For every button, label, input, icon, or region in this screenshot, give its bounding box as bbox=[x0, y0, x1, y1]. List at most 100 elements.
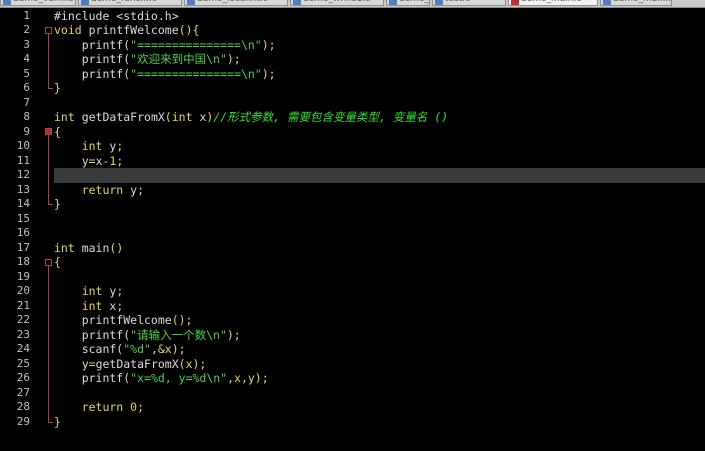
code-line[interactable]: printfWelcome(); bbox=[54, 313, 193, 328]
line-number: 22 bbox=[16, 313, 30, 326]
code-token: } bbox=[54, 414, 61, 429]
code-token: 0; bbox=[130, 400, 145, 414]
code-line[interactable]: int y; bbox=[54, 284, 124, 299]
file-tab-bar: demo_var....c demo_fanc....c demo_localint… bbox=[0, 0, 705, 8]
code-editor[interactable]: #include <stdio.h> void printfWelcome(){ … bbox=[54, 8, 705, 451]
code-token: = bbox=[88, 356, 96, 371]
code-token: printf( bbox=[54, 37, 131, 52]
code-line[interactable]: { bbox=[54, 125, 61, 140]
code-token: (x); bbox=[178, 356, 207, 371]
file-tab-label: demo_main.c bbox=[521, 0, 581, 4]
code-token: printf( bbox=[54, 327, 131, 342]
file-tab[interactable]: demo_while1.c bbox=[290, 0, 384, 6]
fold-toggle-icon[interactable] bbox=[45, 128, 52, 136]
code-line[interactable]: printf("x=%d, y=%d\n",x,y); bbox=[54, 371, 269, 386]
code-token: ); bbox=[226, 327, 241, 342]
code-token: "欢迎来到中国\n" bbox=[130, 52, 227, 66]
file-tab-label: test.c bbox=[445, 0, 470, 4]
code-line[interactable]: void printfWelcome(){ bbox=[54, 23, 199, 38]
code-token: x bbox=[95, 153, 103, 168]
code-line[interactable]: return y; bbox=[54, 183, 144, 198]
line-number: 12 bbox=[16, 168, 30, 181]
code-token: ); bbox=[226, 52, 241, 66]
code-token: y bbox=[54, 153, 89, 168]
fold-toggle-icon[interactable] bbox=[45, 258, 52, 266]
code-token: printf( bbox=[54, 66, 131, 81]
code-token: ,x,y); bbox=[227, 371, 269, 385]
line-number: 19 bbox=[16, 269, 30, 283]
fold-range-line bbox=[48, 265, 49, 422]
file-tab-label: demo_localint.c bbox=[197, 0, 268, 4]
code-line[interactable]: #include <stdio.h> bbox=[54, 9, 179, 24]
code-line[interactable]: int main() bbox=[54, 241, 123, 256]
fold-end-mark bbox=[48, 204, 53, 206]
line-number: 13 bbox=[16, 182, 30, 196]
code-token: getDataFromX bbox=[81, 110, 165, 124]
line-number: 18 bbox=[16, 255, 30, 268]
code-token: int bbox=[54, 298, 110, 313]
code-token: ,&x); bbox=[150, 342, 186, 356]
code-line[interactable]: int y; bbox=[54, 139, 124, 154]
fold-end-mark bbox=[48, 88, 53, 90]
file-icon bbox=[603, 0, 611, 5]
code-token: } bbox=[54, 81, 61, 95]
file-tab[interactable]: demo_main....c bbox=[386, 0, 430, 6]
code-token: ; bbox=[116, 284, 124, 298]
fold-margin bbox=[44, 8, 54, 451]
code-line[interactable]: } bbox=[54, 197, 61, 212]
file-tab[interactable]: demo_main.c bbox=[508, 0, 598, 6]
file-icon bbox=[293, 0, 301, 5]
code-line[interactable]: printf("===============\n"); bbox=[54, 38, 276, 53]
file-tab[interactable]: demo_fanc....c bbox=[78, 0, 182, 6]
file-tab[interactable]: demo_mai....c bbox=[600, 0, 672, 6]
code-line[interactable]: y=getDataFromX(x); bbox=[54, 356, 207, 372]
code-token: printfWelcome bbox=[54, 313, 172, 327]
code-line[interactable]: { bbox=[54, 255, 61, 270]
line-number: 28 bbox=[16, 400, 30, 413]
fold-end-mark bbox=[48, 421, 53, 423]
line-number: 21 bbox=[16, 298, 30, 312]
fold-range-line bbox=[48, 135, 49, 205]
line-number: 26 bbox=[16, 371, 30, 384]
code-line[interactable]: } bbox=[54, 81, 61, 96]
fold-toggle-icon[interactable] bbox=[45, 26, 52, 34]
code-line[interactable]: int x; bbox=[54, 298, 124, 314]
line-number: 1 bbox=[23, 8, 30, 22]
code-line[interactable]: } bbox=[54, 415, 61, 430]
line-number: 8 bbox=[23, 110, 30, 123]
file-icon bbox=[511, 0, 519, 5]
line-number: 14 bbox=[16, 197, 30, 210]
code-token: getDataFromX bbox=[95, 356, 179, 371]
code-token: "===============\n" bbox=[130, 66, 262, 81]
line-number: 6 bbox=[23, 81, 30, 94]
file-tab[interactable]: demo_var....c bbox=[0, 0, 76, 6]
code-token: ( bbox=[164, 110, 172, 124]
code-token: printf( bbox=[54, 371, 131, 385]
code-token: int bbox=[171, 110, 200, 124]
code-line[interactable]: y=x-1; bbox=[54, 153, 124, 169]
file-tab[interactable]: demo_localint.c bbox=[184, 0, 288, 6]
code-token: //形式参数, 需要包含变量类型, 变量名 () bbox=[213, 110, 449, 124]
code-line[interactable]: int getDataFromX(int x)//形式参数, 需要包含变量类型,… bbox=[54, 110, 448, 125]
code-token: void bbox=[54, 23, 89, 37]
code-line[interactable]: printf("===============\n"); bbox=[54, 67, 276, 82]
file-icon bbox=[3, 0, 11, 5]
file-icon bbox=[389, 0, 397, 5]
code-line[interactable]: return 0; bbox=[54, 400, 144, 415]
code-token: "===============\n" bbox=[130, 37, 262, 52]
line-number: 23 bbox=[16, 327, 30, 341]
code-line[interactable]: scanf("%d",&x); bbox=[54, 342, 186, 357]
code-token: "请输入一个数\n" bbox=[130, 327, 227, 342]
code-token: main bbox=[81, 240, 110, 255]
file-tab[interactable]: test.c bbox=[432, 0, 506, 6]
code-token: { bbox=[54, 124, 61, 139]
code-token: = bbox=[88, 153, 96, 168]
code-token: } bbox=[54, 197, 61, 211]
file-tab-label: demo_while1.c bbox=[303, 0, 370, 4]
code-token: printfWelcome bbox=[88, 23, 179, 37]
code-line[interactable]: printf("请输入一个数\n"); bbox=[54, 328, 241, 343]
file-tab-label: demo_main....c bbox=[399, 0, 429, 4]
code-line[interactable]: printf("欢迎来到中国\n"); bbox=[54, 52, 241, 67]
file-icon bbox=[187, 0, 195, 5]
file-tab-label: demo_mai....c bbox=[613, 0, 671, 4]
